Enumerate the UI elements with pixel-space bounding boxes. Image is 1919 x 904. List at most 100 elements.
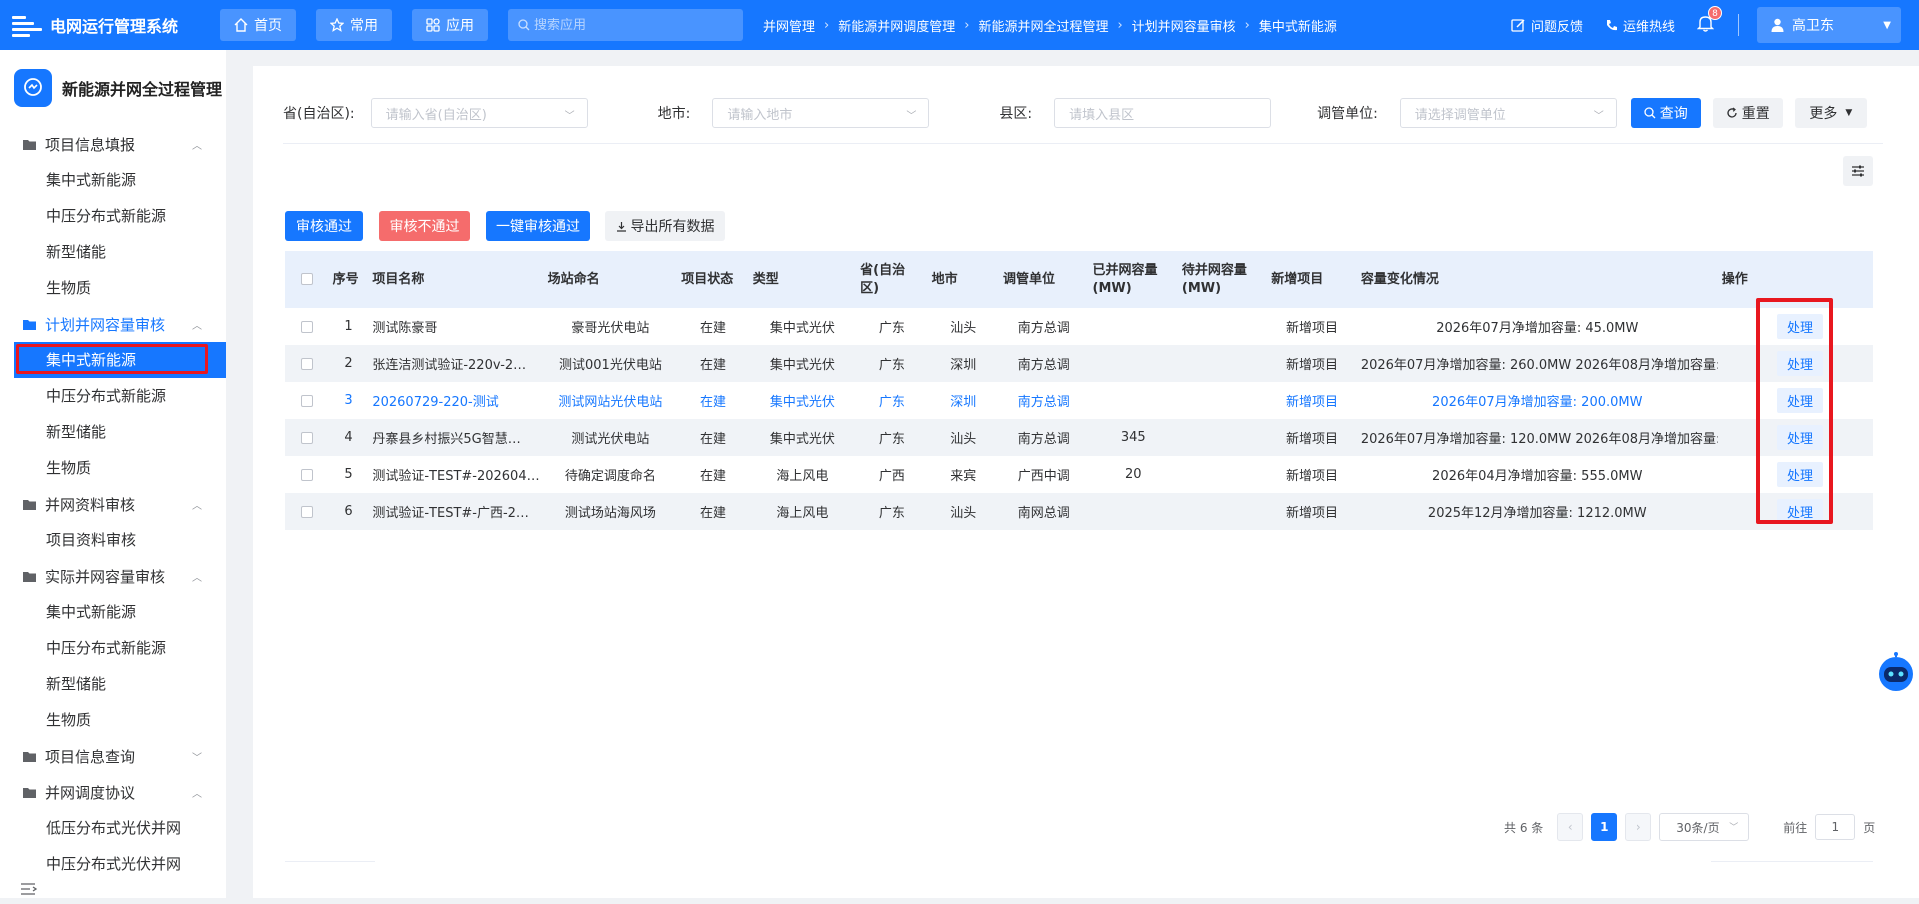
table-row[interactable]: 2 张连洁测试验证-220v-2… 测试001光伏电站 在建 集中式光伏 广东 深圳 南方总调…	[285, 345, 1873, 382]
sidebar-item-biomass[interactable]: 生物质	[0, 450, 226, 486]
cell-province: 广东	[856, 493, 928, 530]
cell-name: 测试陈豪哥	[372, 321, 438, 336]
user-menu[interactable]: 高卫东 ▼	[1757, 7, 1901, 43]
breadcrumb-item[interactable]: 计划并网容量审核	[1132, 16, 1236, 35]
sidebar-item-mv-distributed[interactable]: 中压分布式新能源	[0, 630, 226, 666]
table-row[interactable]: 5 测试验证-TEST#-202604… 待确定调度命名 在建 海上风电 广西 来宾 广西中调…	[285, 456, 1873, 493]
cell-no: 4	[328, 419, 369, 456]
star-icon	[330, 18, 344, 32]
sidebar-item-mv-distributed[interactable]: 中压分布式新能源	[0, 198, 226, 234]
feedback-link[interactable]: 问题反馈	[1511, 16, 1583, 35]
table-row[interactable]: 4 丹寨县乡村振兴5G智慧… 测试光伏电站 在建 集中式光伏 广东 汕头 南方总调 345 新增项…	[285, 419, 1873, 456]
city-placeholder: 请输入地市	[727, 107, 793, 123]
more-button[interactable]: 更多 ▼	[1794, 98, 1867, 128]
folder-icon	[23, 571, 36, 582]
row-checkbox[interactable]	[300, 505, 313, 518]
col-header: 已并网容量(MW)	[1088, 251, 1178, 308]
cell-city: 来宾	[950, 469, 977, 484]
province-placeholder: 请输入省(自治区)	[385, 107, 487, 123]
select-all-checkbox[interactable]	[300, 273, 313, 285]
row-checkbox[interactable]	[300, 320, 313, 333]
assistant-robot-icon[interactable]	[1876, 652, 1916, 692]
reject-button[interactable]: 审核不通过	[379, 211, 470, 241]
row-checkbox[interactable]	[300, 357, 313, 370]
cell-unit: 南方总调	[999, 345, 1089, 382]
table-row[interactable]: 3 20260729-220-测试 测试网站光伏电站 在建 集中式光伏 广东 深圳 南方总调 新…	[285, 382, 1873, 419]
row-select-cell	[285, 456, 329, 493]
sidebar-group-dispatch-agreement[interactable]: 并网调度协议 ︿	[0, 774, 226, 810]
collapse-menu-toggle[interactable]	[0, 882, 226, 904]
sidebar-item-biomass[interactable]: 生物质	[0, 270, 226, 306]
sidebar-item-storage[interactable]: 新型储能	[0, 666, 226, 702]
sidebar-item-mv-pv[interactable]: 中压分布式光伏并网	[0, 846, 226, 882]
table-row[interactable]: 1 测试陈豪哥 豪哥光伏电站 在建 集中式光伏 广东 汕头 南方总调 新增项目 2026年07月净…	[285, 308, 1873, 345]
cell-new: 新增项目	[1267, 419, 1357, 456]
row-checkbox[interactable]	[300, 468, 313, 481]
row-select-cell	[285, 493, 329, 530]
sidebar-item-project-docs[interactable]: 项目资料审核	[0, 522, 226, 558]
approve-button[interactable]: 审核通过	[285, 211, 363, 241]
action-bar: 审核通过 审核不通过 一键审核通过 导出所有数据	[285, 211, 725, 241]
reset-button[interactable]: 重置	[1712, 98, 1783, 128]
app-logo[interactable]: 电网运行管理系统	[0, 13, 200, 37]
export-button[interactable]: 导出所有数据	[605, 211, 725, 241]
sidebar-item-mv-distributed[interactable]: 中压分布式新能源	[0, 378, 226, 414]
row-checkbox[interactable]	[300, 431, 313, 444]
folder-icon	[23, 751, 36, 762]
city-select[interactable]: 请输入地市 ﹀	[712, 98, 930, 128]
cell-unit: 南方总调	[999, 419, 1089, 456]
county-input[interactable]: 请填入县区	[1054, 98, 1272, 128]
cell-type: 海上风电	[748, 493, 857, 530]
cell-connected	[1088, 493, 1178, 530]
sidebar-group-project-query[interactable]: 项目信息查询 ﹀	[0, 738, 226, 774]
table-row[interactable]: 6 测试验证-TEST#-广西-2… 测试场站海风场 在建 海上风电 广东 汕头 南网总调 新增…	[285, 493, 1873, 530]
breadcrumb-item[interactable]: 新能源并网全过程管理	[978, 16, 1108, 35]
sidebar-group-plan-capacity[interactable]: 计划并网容量审核 ︿	[0, 306, 226, 342]
sidebar-item-storage[interactable]: 新型储能	[0, 234, 226, 270]
sidebar-item-centralized[interactable]: 集中式新能源	[0, 162, 226, 198]
next-page-button[interactable]: ›	[1625, 813, 1652, 841]
sidebar-item-centralized-selected[interactable]: 集中式新能源	[14, 342, 226, 378]
top-right-tools: 问题反馈 运维热线 8 高卫东 ▼	[1511, 0, 1919, 50]
user-icon	[1771, 18, 1784, 32]
breadcrumb-item[interactable]: 新能源并网调度管理	[838, 16, 955, 35]
nav-apps-button[interactable]: 应用	[412, 9, 488, 41]
sidebar-item-lv-pv[interactable]: 低压分布式光伏并网	[0, 810, 226, 846]
goto-page-input[interactable]: 1	[1815, 814, 1856, 840]
cell-pending	[1177, 345, 1268, 382]
query-button[interactable]: 查询	[1630, 98, 1701, 128]
cell-station: 待确定调度命名	[564, 469, 656, 484]
hotline-link[interactable]: 运维热线	[1605, 16, 1675, 35]
prev-page-button[interactable]: ‹	[1557, 813, 1584, 841]
sidebar-group-label: 项目信息查询	[45, 747, 136, 766]
sidebar-item-biomass[interactable]: 生物质	[0, 702, 226, 738]
cell-change: 2026年07月净增加容量: 260.0MW 2026年08月净增加容量: 3…	[1356, 345, 1718, 382]
cell-unit: 南方总调	[1017, 321, 1070, 336]
chevron-down-icon: ﹀	[564, 111, 575, 122]
app-title: 电网运行管理系统	[50, 17, 179, 36]
app-search-input[interactable]	[534, 17, 714, 33]
cell-station: 测试网站光伏电站	[558, 395, 663, 410]
nav-home-button[interactable]: 首页	[220, 9, 296, 41]
nav-common-button[interactable]: 常用	[316, 9, 392, 41]
sidebar-item-storage[interactable]: 新型储能	[0, 414, 226, 450]
notification-badge: 8	[1708, 6, 1722, 20]
unit-select[interactable]: 请选择调管单位 ﹀	[1399, 98, 1617, 128]
sidebar-group-grid-docs[interactable]: 并网资料审核 ︿	[0, 486, 226, 522]
page-size-select[interactable]: 30条/页 ﹀	[1659, 813, 1750, 841]
province-select[interactable]: 请输入省(自治区) ﹀	[370, 98, 588, 128]
page-number-current[interactable]: 1	[1591, 813, 1618, 841]
cell-type: 海上风电	[776, 469, 829, 484]
breadcrumb-item[interactable]: 并网管理	[763, 16, 815, 35]
row-checkbox[interactable]	[300, 394, 313, 407]
notification-bell[interactable]: 8	[1696, 6, 1722, 36]
sidebar-group-project-fill[interactable]: 项目信息填报 ︿	[0, 126, 226, 162]
breadcrumb-separator-icon: ›	[1244, 17, 1250, 33]
sidebar-item-centralized[interactable]: 集中式新能源	[0, 594, 226, 630]
column-settings-button[interactable]	[1843, 156, 1873, 186]
folder-icon	[23, 499, 36, 510]
approve-all-button[interactable]: 一键审核通过	[486, 211, 590, 241]
col-header: 项目名称	[368, 251, 544, 308]
sidebar-group-actual-capacity[interactable]: 实际并网容量审核 ︿	[0, 558, 226, 594]
breadcrumb-item-current: 集中式新能源	[1258, 19, 1337, 35]
